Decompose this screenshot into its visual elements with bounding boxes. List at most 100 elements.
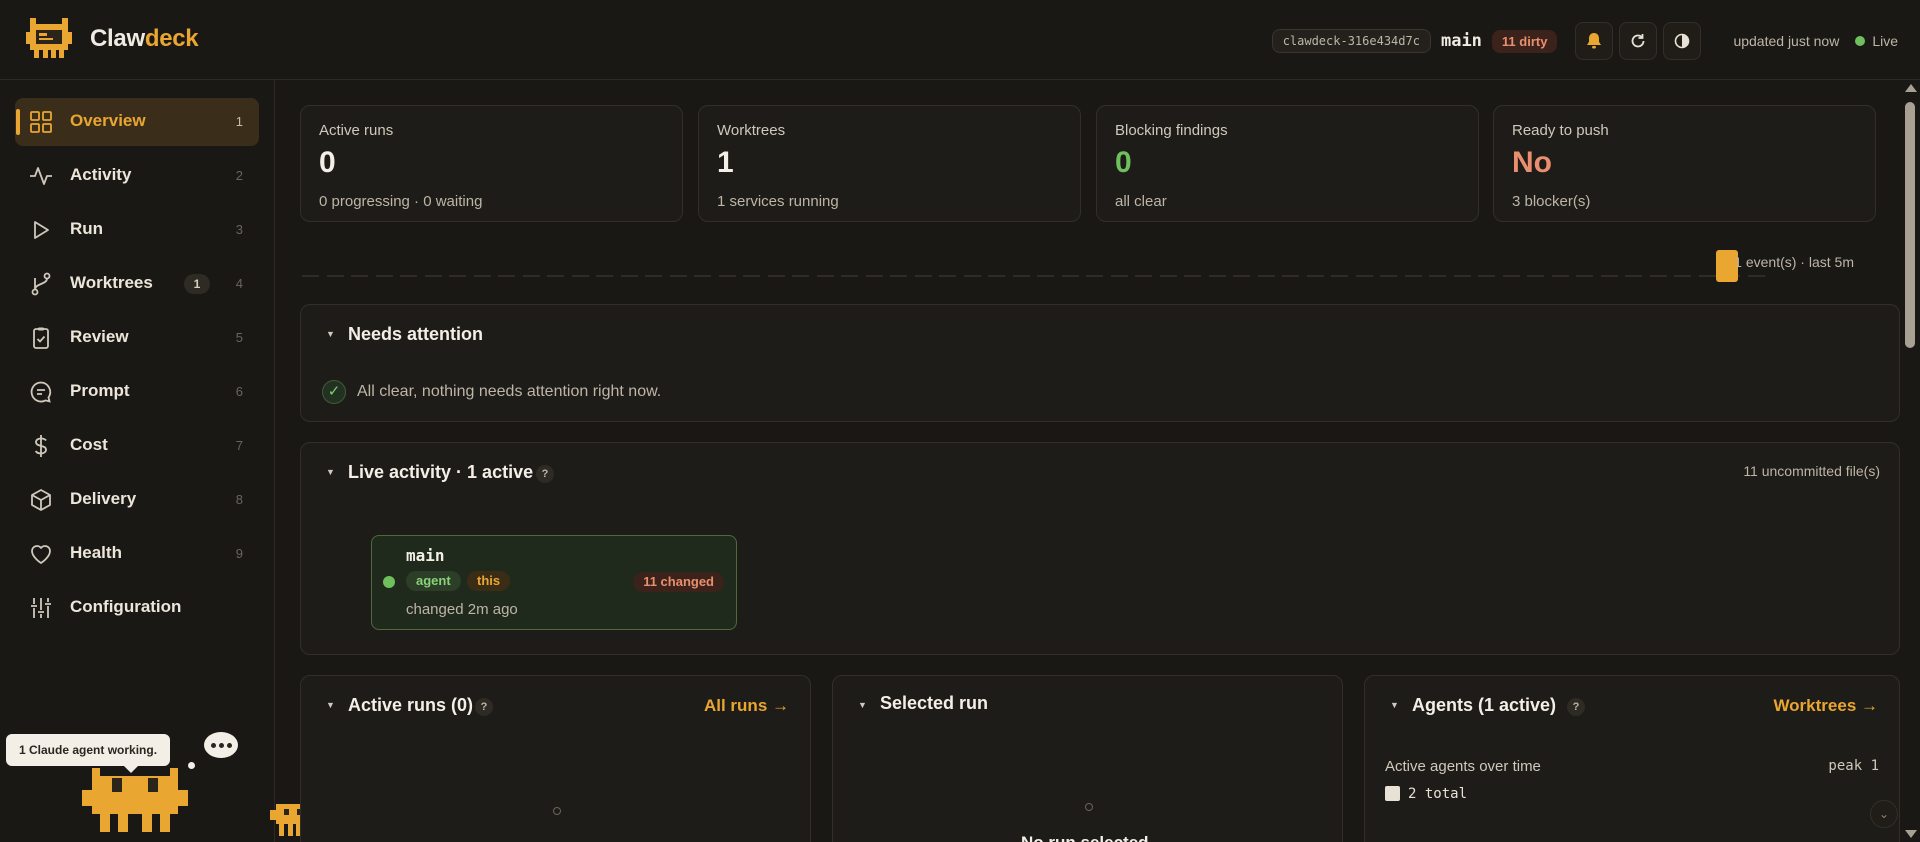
uncommitted-count: 11 uncommitted file(s) bbox=[1743, 463, 1880, 479]
help-icon[interactable]: ? bbox=[1567, 698, 1585, 716]
needs-attention-panel: ▼ Needs attention ✓ All clear, nothing n… bbox=[300, 304, 1900, 422]
help-icon[interactable]: ? bbox=[536, 465, 554, 483]
collapse-caret-icon[interactable]: ▼ bbox=[1390, 700, 1399, 710]
live-indicator: Live bbox=[1855, 33, 1898, 49]
timeline-tick bbox=[1527, 275, 1544, 277]
scroll-thumb[interactable] bbox=[1905, 102, 1915, 348]
worktrees-link[interactable]: Worktrees → bbox=[1773, 696, 1878, 716]
live-dot-icon bbox=[1855, 36, 1866, 46]
timeline-tick bbox=[1649, 275, 1667, 277]
help-icon[interactable]: ? bbox=[475, 698, 493, 716]
worktree-name: main bbox=[406, 546, 445, 565]
timeline-tick bbox=[620, 275, 638, 277]
bell-icon bbox=[1587, 33, 1602, 49]
sidebar-item-health[interactable]: Health 9 bbox=[15, 530, 259, 578]
dirty-badge: 11 dirty bbox=[1491, 29, 1558, 53]
sidebar-item-label: Prompt bbox=[70, 381, 130, 400]
collapse-caret-icon[interactable]: ▼ bbox=[326, 329, 335, 339]
collapse-caret-icon[interactable]: ▼ bbox=[326, 700, 335, 710]
timeline-tick bbox=[1257, 275, 1275, 277]
timeline-tick bbox=[1429, 275, 1446, 277]
stat-subtext: 3 blocker(s) bbox=[1512, 193, 1591, 210]
empty-state-icon bbox=[1085, 803, 1093, 811]
timeline-tick bbox=[1233, 275, 1250, 277]
timeline-tick bbox=[939, 275, 956, 277]
stat-label: Ready to push bbox=[1512, 122, 1609, 139]
active-runs-panel: ▼ Active runs (0) ? All runs → bbox=[300, 675, 811, 842]
stat-value: 0 bbox=[319, 146, 336, 179]
timeline-tick bbox=[1331, 275, 1348, 277]
stat-card-active-runs[interactable]: Active runs 0 0 progressing · 0 waiting bbox=[300, 105, 683, 222]
timeline-tick bbox=[865, 275, 883, 277]
timeline-tick bbox=[1184, 275, 1201, 277]
timeline-tick bbox=[1380, 275, 1397, 277]
panel-title[interactable]: Agents (1 active) bbox=[1412, 695, 1556, 716]
refresh-button[interactable] bbox=[1619, 22, 1658, 60]
panel-title[interactable]: Selected run bbox=[880, 693, 988, 714]
timeline-tick bbox=[1576, 275, 1593, 277]
panel-title[interactable]: Live activity · 1 active bbox=[348, 462, 533, 483]
shortcut-number: 4 bbox=[235, 276, 243, 291]
scroll-down-icon[interactable] bbox=[1905, 830, 1917, 838]
sidebar: Overview 1 Activity 2 Run 3 Worktrees 1 … bbox=[0, 80, 275, 842]
panel-title[interactable]: Needs attention bbox=[348, 324, 483, 345]
timeline-tick bbox=[473, 275, 491, 277]
stat-card-blocking-findings[interactable]: Blocking findings 0 all clear bbox=[1096, 105, 1479, 222]
timeline-tick bbox=[351, 275, 368, 277]
timeline-tick bbox=[645, 275, 662, 277]
timeline-tick bbox=[1625, 275, 1642, 277]
mascot-icon bbox=[82, 768, 188, 832]
stat-card-worktrees[interactable]: Worktrees 1 1 services running bbox=[698, 105, 1081, 222]
this-tag: this bbox=[467, 571, 511, 591]
panel-title[interactable]: Active runs (0) bbox=[348, 695, 473, 716]
sidebar-item-activity[interactable]: Activity 2 bbox=[15, 152, 259, 200]
sidebar-item-delivery[interactable]: Delivery 8 bbox=[15, 476, 259, 524]
collapse-caret-icon[interactable]: ▼ bbox=[858, 700, 867, 710]
sidebar-item-review[interactable]: Review 5 bbox=[15, 314, 259, 362]
shortcut-number: 1 bbox=[235, 114, 243, 129]
all-runs-link[interactable]: All runs → bbox=[704, 696, 789, 716]
empty-state-icon bbox=[553, 807, 561, 815]
notifications-button[interactable] bbox=[1575, 22, 1614, 60]
sidebar-item-overview[interactable]: Overview 1 bbox=[15, 98, 259, 146]
sidebar-item-run[interactable]: Run 3 bbox=[15, 206, 259, 254]
box-icon bbox=[31, 489, 51, 511]
brand[interactable]: Clawdeck bbox=[26, 18, 199, 60]
active-status-dot-icon bbox=[383, 576, 395, 588]
sliders-icon bbox=[31, 598, 51, 618]
sidebar-item-label: Activity bbox=[70, 165, 132, 184]
stat-card-ready-to-push[interactable]: Ready to push No 3 blocker(s) bbox=[1493, 105, 1876, 222]
sidebar-item-label: Worktrees bbox=[70, 273, 153, 292]
sidebar-item-prompt[interactable]: Prompt 6 bbox=[15, 368, 259, 416]
shortcut-number: 8 bbox=[235, 492, 243, 507]
live-label: Live bbox=[1872, 33, 1898, 49]
refresh-icon bbox=[1632, 34, 1645, 48]
shortcut-number: 9 bbox=[235, 546, 243, 561]
timeline-tick bbox=[1282, 275, 1299, 277]
collapse-caret-icon[interactable]: ▼ bbox=[326, 467, 335, 477]
brand-name: Clawdeck bbox=[90, 25, 199, 52]
stat-label: Blocking findings bbox=[1115, 122, 1228, 139]
shortcut-number: 7 bbox=[235, 438, 243, 453]
stat-subtext: 1 services running bbox=[717, 193, 839, 210]
main-content: Active runs 0 0 progressing · 0 waiting … bbox=[276, 80, 1900, 842]
vertical-scrollbar[interactable] bbox=[1900, 80, 1920, 842]
timeline-tick bbox=[1086, 275, 1103, 277]
stat-subtext: all clear bbox=[1115, 193, 1167, 210]
timeline-tick bbox=[1110, 275, 1128, 277]
sidebar-item-label: Overview bbox=[70, 111, 146, 130]
worktree-card-main[interactable]: main agent this 11 changed changed 2m ag… bbox=[371, 535, 737, 630]
timeline-tick bbox=[375, 275, 393, 277]
scroll-to-bottom-button[interactable]: ⌄ bbox=[1870, 800, 1898, 828]
current-branch: main bbox=[1440, 31, 1482, 51]
timeline-tick bbox=[1674, 275, 1691, 277]
timeline-tick bbox=[1747, 275, 1765, 277]
sidebar-item-configuration[interactable]: Configuration bbox=[15, 584, 259, 632]
theme-toggle-button[interactable] bbox=[1663, 22, 1702, 60]
timeline-tick bbox=[596, 275, 613, 277]
timeline-tick bbox=[302, 275, 319, 277]
shortcut-number: 6 bbox=[235, 384, 243, 399]
sidebar-item-worktrees[interactable]: Worktrees 1 4 bbox=[15, 260, 259, 308]
sidebar-item-cost[interactable]: Cost 7 bbox=[15, 422, 259, 470]
scroll-up-icon[interactable] bbox=[1905, 84, 1917, 92]
